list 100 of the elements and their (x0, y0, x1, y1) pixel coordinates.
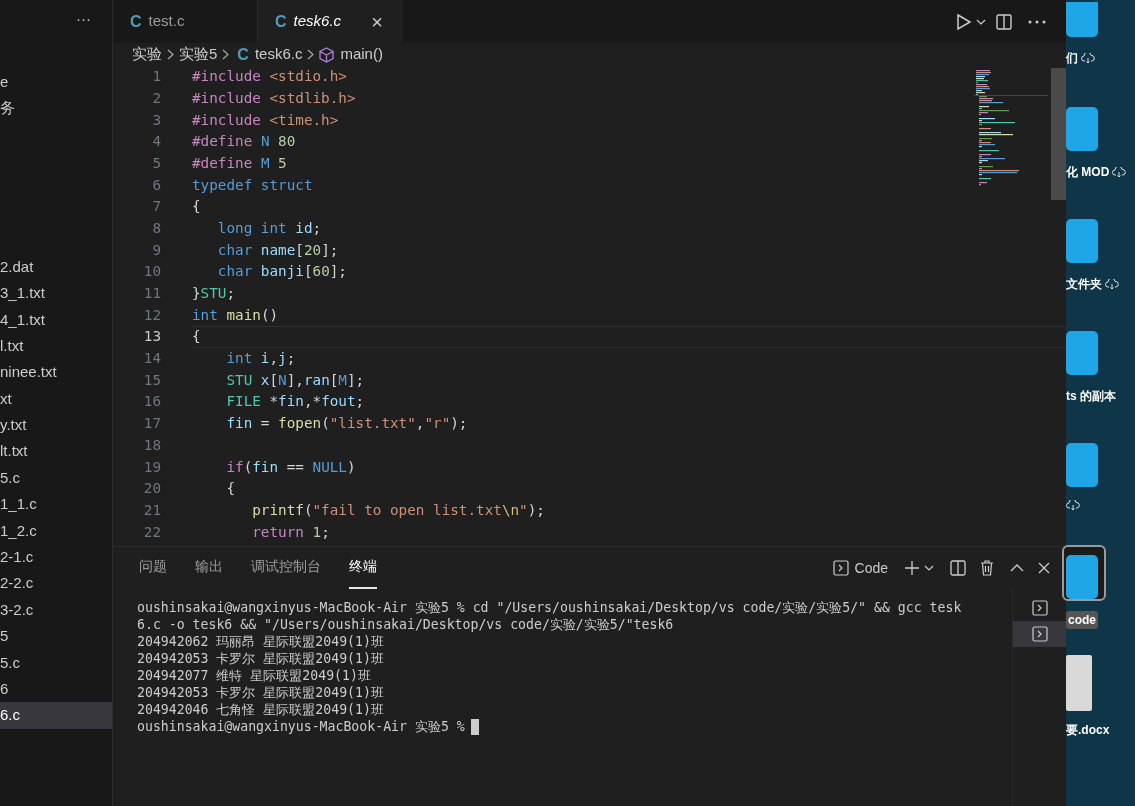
file-item[interactable]: 1_2.c (0, 517, 112, 545)
line-number: 22 (142, 522, 161, 542)
code-line: { (192, 197, 201, 217)
breadcrumb-item[interactable]: tesk6.c (254, 43, 303, 66)
file-item[interactable]: 3_1.txt (0, 280, 112, 307)
file-item[interactable]: ninee.txt (0, 359, 112, 386)
chevron-right-icon (167, 49, 174, 60)
code-line: #include <stdio.h> (192, 67, 347, 87)
split-editor-icon[interactable] (996, 13, 1012, 30)
line-number: 4 (151, 132, 161, 152)
desktop-item-label[interactable]: 文件夹 (1066, 275, 1102, 293)
breadcrumb-item[interactable]: 实验5 (179, 43, 218, 66)
panel-tab[interactable]: 终端 (349, 547, 377, 589)
code-line: char name[20]; (216, 240, 339, 260)
trash-icon[interactable] (980, 560, 994, 576)
line-number: 6 (151, 175, 161, 195)
desktop-item-label[interactable]: 化 MOD (1066, 163, 1110, 181)
code-line: #define N 80 (192, 132, 296, 152)
terminal-line: 204942046 七角怪 星际联盟2049(1)班 (137, 701, 384, 718)
line-number: 11 (142, 284, 161, 303)
code-line: if(fin == NULL) (225, 457, 356, 477)
code-line: { (225, 479, 236, 499)
line-number: 14 (142, 349, 161, 369)
close-icon[interactable] (1038, 562, 1050, 574)
split-terminal-icon[interactable] (950, 560, 966, 576)
line-number: 8 (151, 218, 161, 238)
terminal-line: 204942062 玛丽昂 星际联盟2049(1)班 (137, 633, 384, 650)
terminal-icon (832, 560, 849, 576)
code-line: STU x[N],ran[M]; (225, 370, 365, 390)
terminal-icon (1031, 626, 1048, 642)
more-icon[interactable] (1028, 19, 1046, 24)
file-item[interactable]: l.txt (0, 332, 112, 360)
line-number: 10 (142, 262, 161, 282)
terminal-name: Code (854, 558, 888, 578)
panel-tab[interactable]: 调试控制台 (251, 547, 321, 589)
more-button[interactable]: ··· (76, 8, 91, 31)
line-number: 20 (142, 479, 161, 499)
tab-label: test.c (148, 11, 185, 32)
terminal-line: oushinsakai@wangxinyus-MacBook-Air 实验5 % (137, 718, 465, 735)
line-number: 7 (151, 197, 161, 217)
code-line: return 1; (251, 522, 330, 542)
terminal-icon (1031, 600, 1048, 616)
file-item[interactable]: 务 (0, 95, 112, 122)
chevron-up-icon[interactable] (1010, 564, 1024, 572)
file-item[interactable]: xt (0, 385, 112, 413)
line-number: 17 (142, 414, 161, 434)
file-item[interactable]: y.txt (0, 412, 112, 439)
desktop-item-label[interactable]: ts 的副本 (1066, 387, 1116, 405)
plus-icon[interactable] (904, 560, 920, 576)
c-file-icon: C (130, 9, 142, 34)
close-icon[interactable]: × (371, 6, 383, 37)
file-item[interactable]: 6 (0, 676, 112, 703)
file-item[interactable]: 3-2.c (0, 596, 112, 624)
terminal-line: 6.c -o tesk6 && "/Users/oushinsakai/Desktop/vs code/实验/实验5/"tesk6 (137, 616, 674, 633)
file-item[interactable]: 2-1.c (0, 544, 112, 571)
code-line: FILE *fin,*fout; (225, 392, 365, 412)
line-number: 2 (151, 88, 161, 108)
desktop-item-label[interactable]: code (1066, 611, 1098, 629)
desktop-item-label[interactable]: 们 (1066, 49, 1078, 67)
cube-icon (319, 46, 335, 63)
panel-tab[interactable]: 输出 (195, 547, 223, 589)
file-item[interactable]: lt.txt (0, 438, 112, 465)
file-item[interactable]: 6.c (0, 702, 112, 729)
scrollbar[interactable] (1051, 68, 1066, 200)
caret-icon[interactable] (976, 18, 986, 25)
file-item[interactable]: 4_1.txt (0, 306, 112, 333)
line-number: 15 (142, 370, 161, 390)
terminal-line: 204942077 维特 星际联盟2049(1)班 (137, 667, 371, 684)
file-item[interactable]: 5.c (0, 649, 112, 677)
c-file-icon: C (275, 9, 287, 34)
file-item[interactable]: e (0, 69, 112, 96)
file-item[interactable]: 5 (0, 623, 112, 650)
file-item[interactable]: 2-2.c (0, 570, 112, 597)
terminal-line: 204942053 卡罗尔 星际联盟2049(1)班 (137, 684, 384, 701)
terminal-list-item[interactable] (1013, 621, 1066, 647)
run-icon[interactable] (956, 12, 972, 31)
caret-icon[interactable] (924, 565, 934, 571)
code-line: long int id; (216, 218, 322, 238)
terminal-profile-button[interactable]: Code (832, 557, 888, 579)
line-number: 16 (142, 392, 161, 412)
code-line: { (192, 327, 201, 347)
c-file-icon: C (237, 42, 249, 67)
code-line: }STU; (192, 284, 236, 303)
cursor (470, 718, 479, 735)
file-item[interactable]: 1_1.c (0, 491, 112, 518)
line-number: 21 (142, 500, 161, 520)
file-item[interactable]: 5.c (0, 464, 112, 492)
breadcrumb-item[interactable]: main() (340, 43, 383, 66)
desktop-item-label[interactable]: 要.docx (1066, 720, 1110, 739)
code-line: int i,j; (225, 349, 296, 369)
breadcrumb-item[interactable]: 实验 (132, 43, 162, 66)
chevron-right-icon (222, 49, 230, 60)
folder-icon[interactable] (1062, 545, 1106, 601)
code-line: fin = fopen("list.txt","r"); (225, 414, 468, 434)
file-item[interactable]: 2.dat (0, 253, 112, 281)
line-number: 9 (151, 240, 161, 260)
editor-tab[interactable]: C tesk6.c × (258, 0, 403, 43)
line-number: 3 (151, 110, 161, 130)
panel-tab[interactable]: 问题 (139, 547, 167, 589)
chevron-right-icon (307, 49, 315, 60)
